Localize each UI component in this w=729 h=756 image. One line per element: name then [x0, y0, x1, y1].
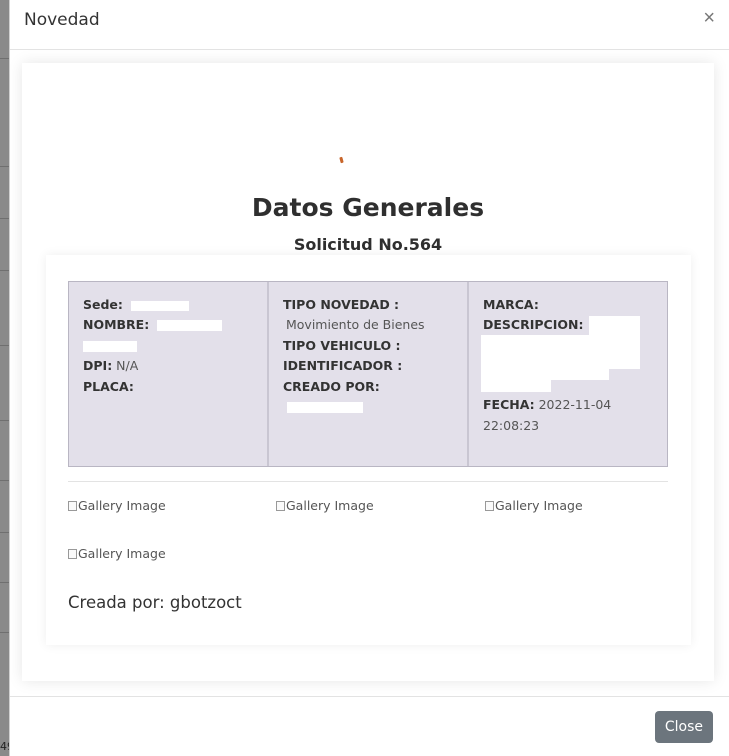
backdrop-line	[0, 480, 9, 481]
gallery-image[interactable]: Gallery Image	[68, 498, 166, 513]
sede-row: Sede:	[83, 295, 259, 315]
nombre-label: NOMBRE:	[83, 317, 150, 333]
close-icon[interactable]: ×	[703, 7, 715, 29]
redacted-value	[157, 320, 223, 332]
marca-row: MARCA:	[483, 295, 659, 315]
redacted-value	[481, 335, 609, 381]
placa-row: PLACA:	[83, 377, 259, 397]
section-divider	[68, 481, 668, 482]
backdrop-line	[0, 58, 9, 59]
gallery-image[interactable]: Gallery Image	[276, 498, 374, 513]
broken-image-icon	[68, 548, 77, 559]
tipo-novedad-value: Movimiento de Bienes	[286, 317, 425, 333]
modal-footer: Close	[10, 696, 729, 756]
gallery-image[interactable]: Gallery Image	[485, 498, 583, 513]
backdrop-line	[0, 218, 9, 219]
redacted-value	[130, 300, 189, 311]
descripcion-label: DESCRIPCION:	[483, 317, 584, 333]
info-column-novedad: TIPO NOVEDAD : Movimiento de Bienes TIPO…	[267, 282, 467, 466]
tipo-novedad-value-row: Movimiento de Bienes	[283, 315, 459, 335]
info-column-item: MARCA: DESCRIPCION: FECHA: 2022-11-04 22…	[467, 282, 667, 466]
redacted-value	[83, 340, 137, 352]
broken-image-icon	[485, 500, 494, 511]
modal-backdrop[interactable]	[0, 0, 9, 756]
sede-label: Sede:	[83, 297, 123, 312]
tipo-novedad-label: TIPO NOVEDAD :	[283, 297, 400, 312]
gallery-image-alt: Gallery Image	[286, 498, 374, 513]
redacted-value	[481, 379, 551, 393]
dpi-label: DPI:	[83, 358, 113, 374]
request-number: Solicitud No.564	[293, 235, 443, 254]
gallery-image-alt: Gallery Image	[78, 498, 166, 513]
dpi-row: DPI: N/A	[83, 356, 259, 376]
report-card: Datos Generales Solicitud No.564 Sede: N…	[22, 63, 714, 681]
broken-image-icon	[276, 500, 285, 511]
placa-label: PLACA:	[83, 378, 134, 394]
gallery-image-alt: Gallery Image	[78, 546, 166, 561]
fecha-label: FECHA:	[483, 397, 535, 413]
backdrop-line	[0, 270, 9, 271]
marca-label: MARCA:	[483, 297, 539, 312]
backdrop-line	[0, 420, 9, 421]
info-grid: Sede: NOMBRE: DPI: N/A PLACA: TIPO NOVED…	[68, 281, 668, 467]
backdrop-line	[0, 345, 9, 346]
modal-header: Novedad ×	[10, 0, 729, 50]
identificador-row: IDENTIFICADOR :	[283, 356, 459, 376]
info-column-general: Sede: NOMBRE: DPI: N/A PLACA:	[69, 282, 267, 466]
page-title: Datos Generales	[251, 193, 485, 222]
gallery-image-alt: Gallery Image	[495, 498, 583, 513]
modal-body: Datos Generales Solicitud No.564 Sede: N…	[10, 51, 729, 696]
tipo-vehiculo-label: TIPO VEHICULO :	[283, 337, 401, 353]
fecha-row: FECHA: 2022-11-04 22:08:23	[483, 395, 659, 436]
broken-image-icon	[68, 500, 77, 511]
backdrop-line	[0, 582, 9, 583]
creado-por-label: CREADO POR:	[283, 378, 380, 394]
descripcion-row: DESCRIPCION:	[481, 315, 659, 395]
gallery-image[interactable]: Gallery Image	[68, 546, 166, 561]
logo-icon	[339, 156, 344, 164]
nombre-continued	[83, 336, 259, 356]
dpi-value: N/A	[116, 358, 139, 374]
modal-title: Novedad	[24, 10, 100, 30]
details-card: Sede: NOMBRE: DPI: N/A PLACA: TIPO NOVED…	[46, 255, 691, 645]
created-by-text: Creada por: gbotzoct	[68, 593, 242, 612]
nombre-row: NOMBRE:	[83, 315, 259, 335]
novedad-modal: Novedad × Datos Generales Solicitud No.5…	[9, 0, 729, 756]
redacted-value	[287, 402, 363, 414]
tipo-vehiculo-row: TIPO VEHICULO :	[283, 336, 459, 356]
backdrop-line	[0, 166, 9, 167]
backdrop-line	[0, 632, 9, 633]
identificador-label: IDENTIFICADOR :	[283, 358, 403, 374]
backdrop-line	[0, 532, 9, 533]
close-button[interactable]: Close	[654, 711, 713, 743]
creado-por-row: CREADO POR:	[283, 377, 459, 418]
tipo-novedad-row: TIPO NOVEDAD :	[283, 295, 459, 315]
